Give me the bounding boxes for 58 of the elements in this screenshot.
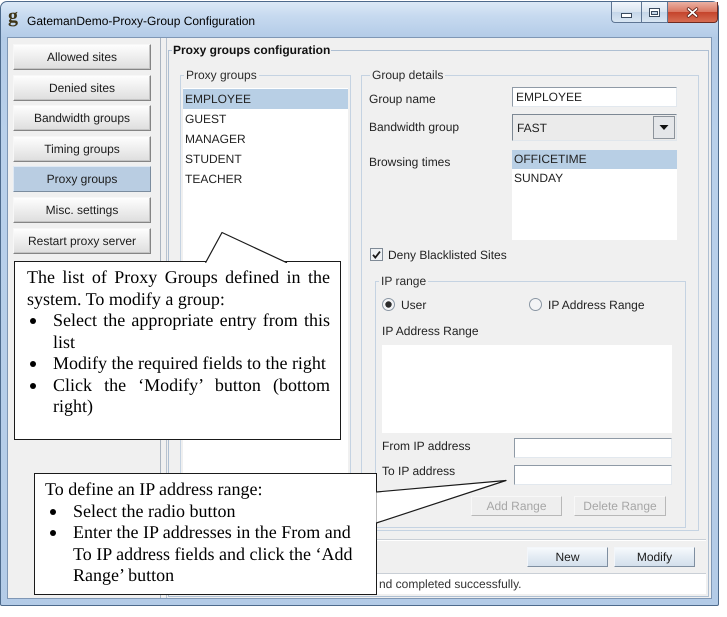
close-icon xyxy=(686,6,699,18)
list-item[interactable]: TEACHER xyxy=(183,169,348,189)
callout-text: To define an IP address range: xyxy=(45,479,264,500)
text-field[interactable] xyxy=(514,465,672,485)
field-label: To IP address xyxy=(382,464,456,478)
bullet-icon xyxy=(30,361,36,367)
close-button[interactable] xyxy=(668,2,718,23)
bullet-icon xyxy=(50,508,56,514)
bullet-text: Enter the IP addresses in the From and To IP address fields and click the ‘Add Range’ button xyxy=(73,522,354,586)
radio-button[interactable] xyxy=(529,298,542,311)
group-box-title: IP range xyxy=(380,274,428,288)
group-box-title: Proxy groups xyxy=(185,68,258,82)
radio-label: User xyxy=(401,298,426,312)
group-box-title: Group details xyxy=(371,68,444,82)
sidebar-button[interactable]: Restart proxy server xyxy=(13,228,151,254)
sidebar-button[interactable]: Misc. settings xyxy=(13,196,151,223)
sidebar-button[interactable]: Bandwidth groups xyxy=(13,105,151,132)
bullet-icon xyxy=(50,530,56,536)
field-label: Browsing times xyxy=(369,155,452,169)
text-field[interactable]: EMPLOYEE xyxy=(512,87,677,107)
bullet-icon xyxy=(30,318,36,324)
app-logo: g xyxy=(8,7,18,25)
maximize-button[interactable] xyxy=(641,2,668,23)
action-button[interactable]: New xyxy=(527,547,608,567)
field-label: From IP address xyxy=(382,439,472,453)
dropdown[interactable]: FAST xyxy=(512,114,677,141)
bullet-text: Select the radio button xyxy=(73,500,236,522)
list-item[interactable]: EMPLOYEE xyxy=(183,89,348,109)
list-item[interactable]: STUDENT xyxy=(183,149,348,169)
callout-text: The list of Proxy Groups defined in the system. To modify a group: xyxy=(27,267,330,310)
panel-title: Proxy groups configuration xyxy=(172,43,332,57)
sidebar-button[interactable]: Allowed sites xyxy=(13,44,151,70)
action-button[interactable]: Modify xyxy=(614,547,695,567)
window-title: GatemanDemo-Proxy-Group Configuration xyxy=(27,14,256,28)
minimize-icon xyxy=(621,12,632,18)
sidebar-button[interactable]: Proxy groups xyxy=(13,166,151,192)
text-field[interactable] xyxy=(514,438,672,458)
minimize-button[interactable] xyxy=(611,2,641,23)
status-text: nd completed successfully. xyxy=(379,577,522,591)
field-label: IP Address Range xyxy=(382,324,479,338)
caret-icon xyxy=(653,116,675,139)
list-item[interactable]: OFFICETIME xyxy=(512,150,677,169)
checkbox-label: Deny Blacklisted Sites xyxy=(388,248,507,262)
list-item[interactable]: SUNDAY xyxy=(512,169,677,188)
list-item[interactable]: GUEST xyxy=(183,109,348,129)
bullet-icon xyxy=(30,382,36,388)
checkbox[interactable] xyxy=(370,248,383,261)
bullet-text: Modify the required fields to the right xyxy=(53,353,327,374)
list-item[interactable]: MANAGER xyxy=(183,129,348,149)
radio-label: IP Address Range xyxy=(548,298,645,312)
maximize-icon xyxy=(649,8,660,16)
bullet-text: Select the appropriate entry from this list xyxy=(53,310,330,353)
bullet-text: Click the ‘Modify’ button (bottom right) xyxy=(53,374,330,418)
sidebar-button[interactable]: Denied sites xyxy=(13,74,151,101)
field-label: Bandwidth group xyxy=(369,120,460,134)
sidebar-button[interactable]: Timing groups xyxy=(13,136,151,162)
field-label: Group name xyxy=(369,92,437,106)
radio-button[interactable] xyxy=(382,298,395,311)
